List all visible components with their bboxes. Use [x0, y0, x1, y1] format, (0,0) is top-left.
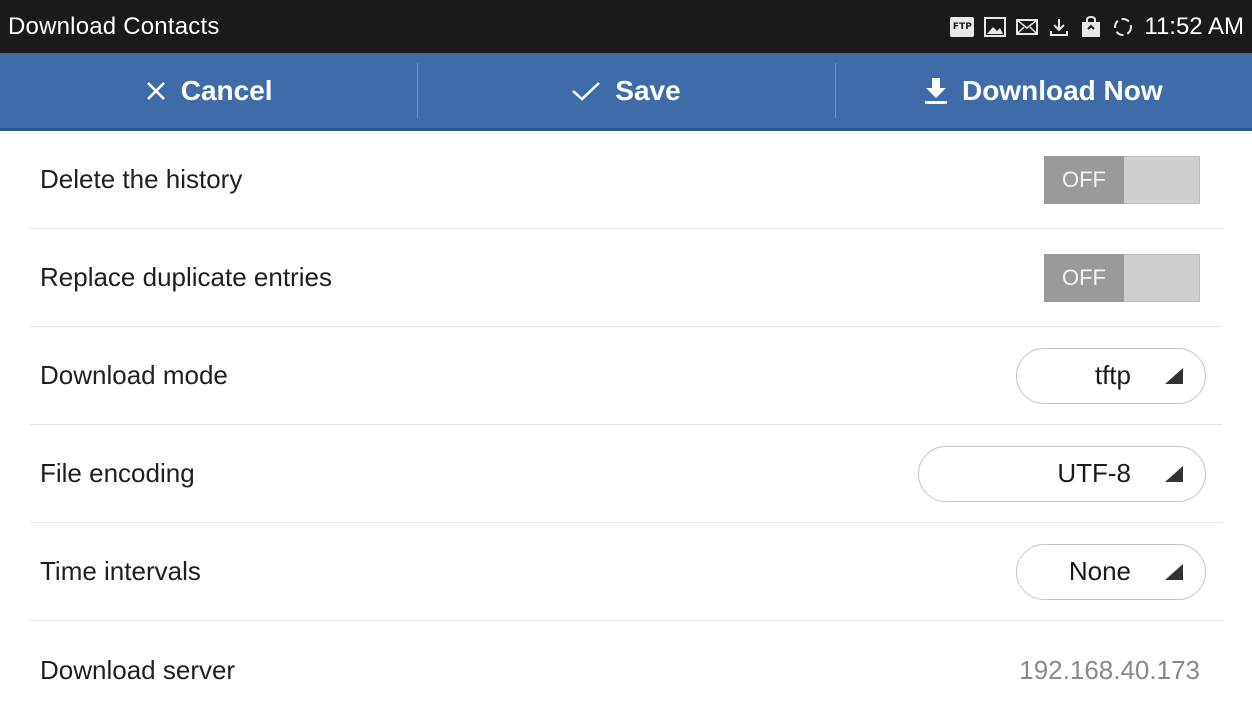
setting-label: Download server [40, 654, 236, 685]
toggle-state: OFF [1044, 253, 1124, 302]
status-bar: Download Contacts FTP 11:52 AM [0, 0, 1252, 53]
download-server-value: 192.168.40.173 [1019, 654, 1200, 685]
checkmark-icon [571, 80, 601, 102]
setting-download-server[interactable]: Download server 192.168.40.173 [30, 621, 1222, 719]
cancel-button[interactable]: Cancel [0, 53, 417, 128]
dropdown-arrow-icon [1165, 367, 1183, 384]
action-bar: Cancel Save Download Now [0, 53, 1252, 131]
cancel-label: Cancel [180, 74, 273, 106]
select-value: UTF-8 [1057, 458, 1131, 488]
time-intervals-select[interactable]: None [1016, 543, 1206, 600]
settings-list: Delete the history OFF Replace duplicate… [0, 131, 1252, 719]
download-mode-select[interactable]: tftp [1016, 347, 1206, 404]
close-icon [145, 80, 167, 102]
setting-label: Download mode [40, 360, 228, 390]
delete-history-toggle[interactable]: OFF [1044, 155, 1200, 204]
toggle-state: OFF [1044, 155, 1124, 204]
mail-icon [1016, 16, 1039, 38]
sync-icon [1112, 16, 1134, 38]
replace-duplicates-toggle[interactable]: OFF [1044, 253, 1200, 302]
file-encoding-select[interactable]: UTF-8 [918, 445, 1206, 502]
setting-time-intervals: Time intervals None [30, 523, 1222, 621]
setting-label: Replace duplicate entries [40, 262, 332, 292]
setting-replace-duplicates: Replace duplicate entries OFF [30, 229, 1222, 327]
status-icons: FTP 11:52 AM [950, 13, 1244, 41]
clock: 11:52 AM [1144, 12, 1244, 40]
setting-label: Delete the history [40, 164, 243, 194]
download-now-label: Download Now [961, 74, 1163, 106]
setting-download-mode: Download mode tftp [30, 327, 1222, 425]
download-now-button[interactable]: Download Now [834, 53, 1252, 128]
download-icon [1048, 16, 1070, 38]
setting-delete-history: Delete the history OFF [30, 131, 1222, 229]
setting-file-encoding: File encoding UTF-8 [30, 425, 1222, 523]
select-value: tftp [1094, 360, 1131, 390]
download-icon [924, 77, 948, 105]
shopping-bag-icon [1080, 15, 1102, 38]
setting-label: Time intervals [40, 556, 201, 586]
save-label: Save [615, 74, 681, 106]
dropdown-arrow-icon [1165, 563, 1183, 580]
window-title: Download Contacts [8, 12, 220, 40]
image-icon [984, 16, 1007, 38]
select-value: None [1068, 556, 1131, 586]
save-button[interactable]: Save [417, 53, 834, 128]
setting-label: File encoding [40, 458, 195, 488]
ftp-icon: FTP [950, 16, 975, 37]
dropdown-arrow-icon [1165, 465, 1183, 482]
